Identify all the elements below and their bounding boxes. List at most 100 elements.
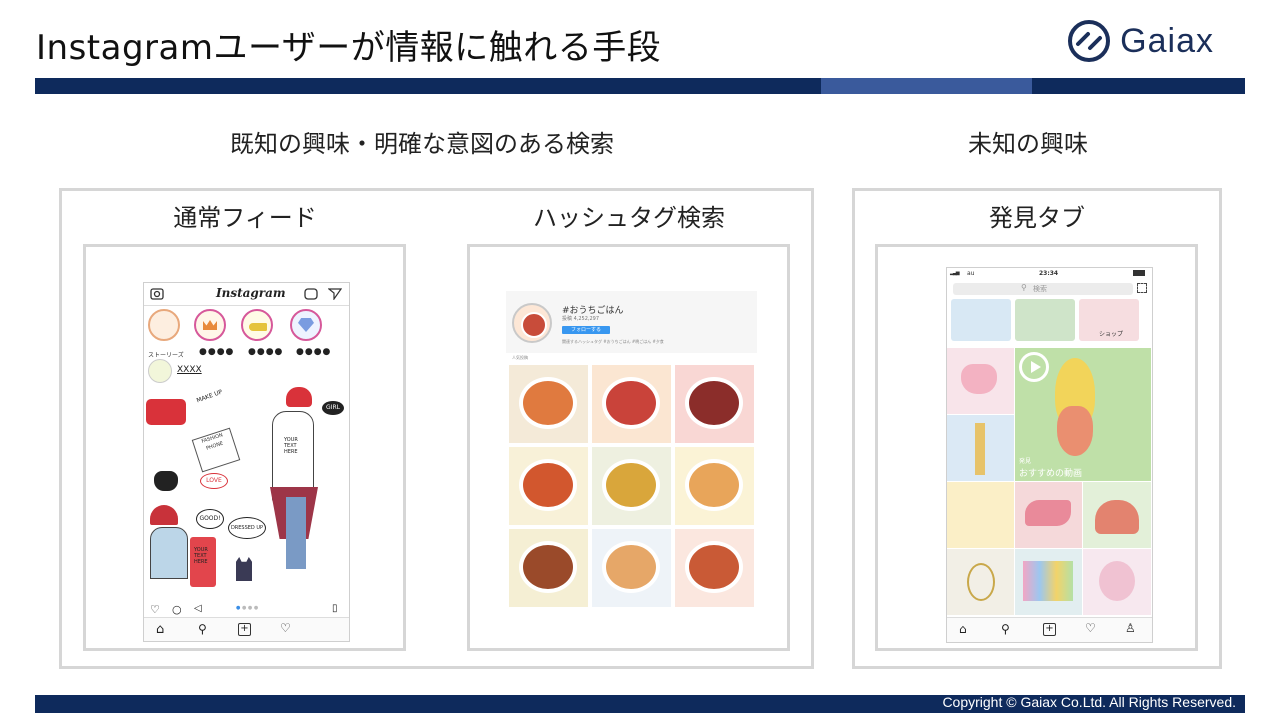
hashtag-post-thumbnail[interactable] (675, 365, 754, 443)
add-post-icon[interactable]: + (238, 623, 251, 636)
discover-frame: ▂▃▅ au 23:34 ⚲ 検索 ショップ 発見 おすすめの動画 ⌂ ⚲ + … (875, 244, 1198, 651)
discover-chip-1[interactable] (951, 299, 1011, 341)
scan-icon[interactable] (1137, 283, 1147, 293)
notebook-drawing: FASHION PHONE (191, 427, 241, 473)
illustration-text: MAKE UP (195, 388, 224, 405)
story-dots: ●●●● (296, 347, 332, 357)
feed-heading: 通常フィード (173, 204, 317, 232)
hashtag-post-thumbnail[interactable] (675, 447, 754, 525)
hashtag-post-grid (509, 365, 755, 607)
hashtag-post-thumbnail[interactable] (509, 529, 588, 607)
food-plate-drawing (602, 459, 660, 511)
food-plate-drawing (685, 541, 743, 593)
hashtag-post-thumbnail[interactable] (592, 365, 671, 443)
story-diamond[interactable] (290, 309, 322, 341)
post-username[interactable]: XXXX (177, 365, 202, 375)
discover-post[interactable] (1015, 549, 1082, 615)
story-shoe[interactable] (241, 309, 273, 341)
hashtag-post-thumbnail[interactable] (592, 447, 671, 525)
status-bar: ▂▃▅ au 23:34 (947, 268, 1152, 280)
good-bubble: GOOD! (196, 509, 224, 529)
igtv-icon[interactable] (304, 287, 318, 300)
discover-post[interactable] (1015, 482, 1082, 548)
food-plate-drawing (519, 541, 577, 593)
gaiax-logo: Gaiax (1066, 18, 1214, 64)
discover-post[interactable] (947, 415, 1014, 481)
share-icon[interactable]: ◁ (194, 603, 202, 614)
red-hat-drawing (286, 387, 312, 407)
related-hashtags[interactable]: 関連するハッシュタグ #おうちごはん #晩ごはん #夕食 (562, 339, 664, 345)
post-avatar[interactable] (148, 359, 172, 383)
hashtag-post-thumbnail[interactable] (509, 447, 588, 525)
like-icon[interactable]: ♡ (150, 603, 160, 616)
featured-video-post[interactable]: 発見 おすすめの動画 (1015, 348, 1151, 481)
shop-chip-label: ショップ (1099, 331, 1124, 338)
story-crown[interactable] (194, 309, 226, 341)
video-caption-small: 発見 (1019, 458, 1032, 465)
section-unknown-heading: 未知の興味 (968, 130, 1088, 158)
stories-label: ストーリーズ (148, 352, 184, 359)
girl-bubble: GIRL (322, 401, 344, 415)
search-bar[interactable]: ⚲ 検索 (953, 283, 1133, 295)
post-illustration: MAKE UP GIRL YOUR TEXT HERE FASHION PHON… (144, 387, 349, 603)
bird-body-drawing (1057, 406, 1093, 456)
discover-heading: 発見タブ (989, 204, 1085, 232)
activity-icon[interactable]: ♡ (280, 621, 291, 635)
hashtag-phone-screenshot: #おうちごはん 投稿 4,252,297 フォローする 関連するハッシュタグ #… (506, 291, 757, 609)
cat-drawing (236, 557, 252, 581)
discover-post[interactable] (1083, 549, 1151, 615)
discover-chip-shop[interactable]: ショップ (1079, 299, 1139, 341)
feed-phone-screenshot: Instagram ストーリーズ ●●●● ●●●● ●●●● XXXX MAK… (143, 282, 350, 642)
story-dots: ●●●● (248, 347, 284, 357)
gaiax-logo-icon (1068, 20, 1111, 62)
food-plate-drawing (519, 377, 577, 429)
discover-post[interactable] (1083, 482, 1151, 548)
discover-post[interactable] (947, 348, 1014, 414)
header-bar-accent (821, 78, 1032, 94)
home-icon[interactable]: ⌂ (156, 622, 164, 637)
play-icon[interactable] (1019, 352, 1049, 382)
hashtag-post-thumbnail[interactable] (509, 365, 588, 443)
activity-icon[interactable]: ♡ (1085, 621, 1096, 635)
feed-top-bar: Instagram (144, 283, 349, 306)
hashtag-post-thumbnail[interactable] (675, 529, 754, 607)
status-time: 23:34 (1039, 270, 1059, 277)
video-caption: おすすめの動画 (1019, 469, 1083, 479)
discover-post[interactable] (947, 482, 1014, 548)
logo-text: Gaiax (1120, 21, 1214, 60)
search-icon: ⚲ (1021, 283, 1027, 292)
search-placeholder: 検索 (1033, 285, 1047, 293)
jeans-drawing (286, 497, 306, 569)
signal-icon: ▂▃▅ (950, 270, 959, 276)
follow-hashtag-button[interactable]: フォローする (562, 326, 610, 334)
direct-message-icon[interactable] (328, 287, 342, 300)
discover-post[interactable] (947, 549, 1014, 615)
profile-icon[interactable]: ♙ (1125, 621, 1136, 635)
food-plate-drawing (519, 459, 577, 511)
feed-frame: Instagram ストーリーズ ●●●● ●●●● ●●●● XXXX MAK… (83, 244, 406, 651)
camera-icon[interactable] (150, 287, 164, 300)
discover-chip-2[interactable] (1015, 299, 1075, 341)
bookmark-icon[interactable]: ▯ (332, 603, 338, 614)
food-plate-drawing (602, 541, 660, 593)
search-icon[interactable]: ⚲ (198, 622, 207, 636)
search-icon[interactable]: ⚲ (1001, 622, 1010, 636)
hashtag-post-thumbnail[interactable] (592, 529, 671, 607)
makeup-bag-drawing (146, 399, 186, 425)
hashtag-post-count: 投稿 4,252,297 (562, 316, 600, 322)
comment-icon[interactable]: ○ (172, 603, 182, 616)
purse-drawing (154, 471, 178, 491)
copyright-text: Copyright © Gaiax Co.Ltd. All Rights Res… (942, 694, 1236, 710)
add-post-icon[interactable]: + (1043, 623, 1056, 636)
home-icon[interactable]: ⌂ (959, 622, 967, 636)
food-plate-drawing (602, 377, 660, 429)
beret-drawing (150, 505, 178, 525)
illustration-text: YOUR TEXT HERE (194, 547, 208, 565)
woman-drawing (150, 527, 188, 579)
section-known-heading: 既知の興味・明確な意図のある検索 (230, 130, 614, 158)
illustration-text: YOUR TEXT HERE (284, 437, 298, 455)
header-bar (35, 78, 1245, 94)
post-actions: ♡ ○ ◁ ● ● ● ● ▯ (144, 603, 349, 617)
food-plate-drawing (685, 377, 743, 429)
story-avatar[interactable] (148, 309, 180, 341)
